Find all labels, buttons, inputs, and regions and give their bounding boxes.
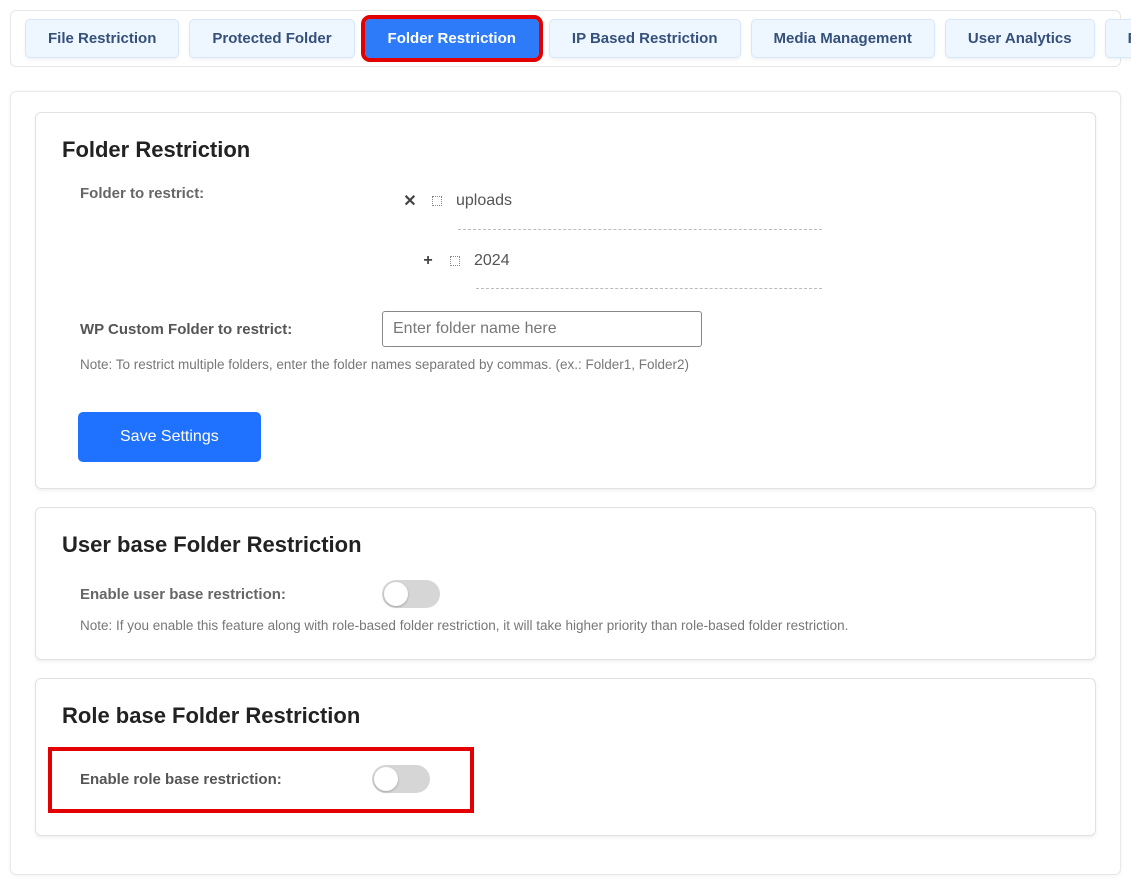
enable-role-base-toggle[interactable] <box>372 765 430 793</box>
close-icon[interactable]: ✕ <box>402 191 418 211</box>
enable-user-base-toggle[interactable] <box>382 580 440 608</box>
save-settings-button[interactable]: Save Settings <box>78 412 261 462</box>
folder-tree: ✕ uploads + 2024 <box>402 185 822 289</box>
card-folder-restriction: Folder Restriction Folder to restrict: ✕… <box>35 112 1096 489</box>
tabs-bar: File Restriction Protected Folder Folder… <box>10 10 1121 67</box>
tree-item-label: 2024 <box>474 252 510 270</box>
folder-restriction-title: Folder Restriction <box>62 137 1069 163</box>
role-base-highlight: Enable role base restriction: <box>52 751 470 809</box>
tab-user-analytics[interactable]: User Analytics <box>945 19 1095 58</box>
tab-protected-folder[interactable]: Protected Folder <box>189 19 354 58</box>
plus-icon[interactable]: + <box>420 252 436 270</box>
role-base-title: Role base Folder Restriction <box>62 703 1069 729</box>
folder-checkbox-2024[interactable] <box>450 256 460 266</box>
user-base-note: Note: If you enable this feature along w… <box>62 618 1069 633</box>
enable-role-base-label: Enable role base restriction: <box>52 771 372 788</box>
tab-file-restriction[interactable]: File Restriction <box>25 19 179 58</box>
tab-folder-restriction[interactable]: Folder Restriction <box>365 19 539 58</box>
tab-media-management[interactable]: Media Management <box>751 19 935 58</box>
wp-custom-folder-label: WP Custom Folder to restrict: <box>62 321 382 338</box>
enable-user-base-label: Enable user base restriction: <box>62 586 382 603</box>
custom-folder-note: Note: To restrict multiple folders, ente… <box>62 357 1069 372</box>
folder-checkbox-uploads[interactable] <box>432 196 442 206</box>
card-role-base-restriction: Role base Folder Restriction Enable role… <box>35 678 1096 836</box>
tab-ip-based-restriction[interactable]: IP Based Restriction <box>549 19 741 58</box>
card-user-base-restriction: User base Folder Restriction Enable user… <box>35 507 1096 660</box>
tree-item-label: uploads <box>456 192 512 210</box>
tab-file-analytics[interactable]: File Analytics <box>1105 19 1131 58</box>
content-panel: Folder Restriction Folder to restrict: ✕… <box>10 91 1121 875</box>
toggle-knob <box>384 582 408 606</box>
user-base-title: User base Folder Restriction <box>62 532 1069 558</box>
folder-to-restrict-label: Folder to restrict: <box>62 185 382 202</box>
custom-folder-input[interactable] <box>382 311 702 347</box>
toggle-knob <box>374 767 398 791</box>
